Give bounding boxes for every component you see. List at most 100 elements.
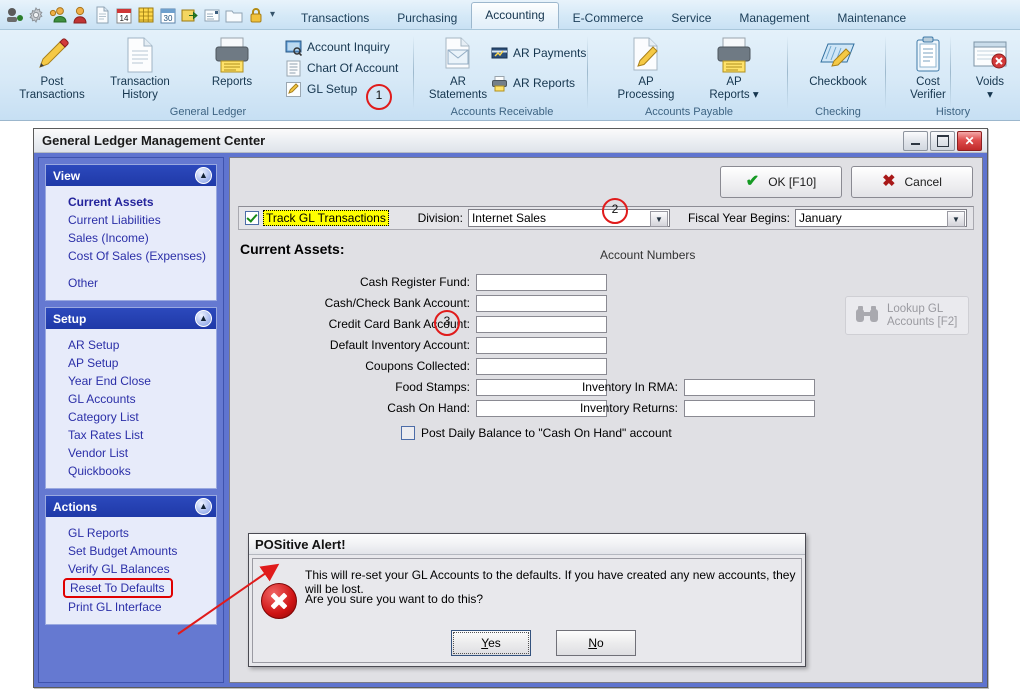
export-icon[interactable]	[180, 5, 200, 25]
user-network-icon[interactable]	[4, 5, 24, 25]
gear-icon[interactable]	[26, 5, 46, 25]
tab-accounting[interactable]: Accounting	[471, 2, 559, 29]
maximize-button[interactable]	[930, 130, 955, 151]
close-button[interactable]: ✕	[957, 130, 982, 151]
sidebar-item-ar-setup[interactable]: AR Setup	[46, 336, 216, 354]
tab-transactions[interactable]: Transactions	[287, 6, 383, 29]
sidebar-item-tax-rates-list[interactable]: Tax Rates List	[46, 426, 216, 444]
sidebar-item-current-liabilities[interactable]: Current Liabilities	[46, 211, 216, 229]
sidebar-item-reset-to-defaults[interactable]: Reset To Defaults	[63, 578, 173, 598]
inventory-in-rma-input[interactable]	[684, 378, 815, 396]
fiscal-year-value: January	[799, 211, 842, 225]
ribbon-button-account-inquiry[interactable]: Account Inquiry	[285, 37, 390, 57]
fiscal-year-select[interactable]: January ▼	[795, 209, 967, 227]
sidebar-item-ap-setup[interactable]: AP Setup	[46, 354, 216, 372]
sidebar-item-cost-of-sales[interactable]: Cost Of Sales (Expenses)	[46, 247, 216, 265]
panel-title: View	[53, 168, 81, 183]
sidebar-item-sales-income[interactable]: Sales (Income)	[46, 229, 216, 247]
sidebar-item-gl-accounts[interactable]: GL Accounts	[46, 390, 216, 408]
tab-management[interactable]: Management	[725, 6, 823, 29]
calendar-30-icon[interactable]: 30	[158, 5, 178, 25]
close-icon: ✕	[964, 133, 975, 148]
document-icon[interactable]	[92, 5, 112, 25]
ribbon-button-ar-payments[interactable]: AR Payments	[491, 43, 586, 63]
spreadsheet-icon[interactable]	[136, 5, 156, 25]
sidebar-item-year-end-close[interactable]: Year End Close	[46, 372, 216, 390]
coupons-collected-input[interactable]	[476, 357, 607, 375]
ribbon-button-ar-statements[interactable]: AR Statements	[420, 33, 496, 101]
panel-header-setup[interactable]: Setup ▲	[46, 308, 216, 329]
ok-button[interactable]: ✔ OK [F10]	[720, 166, 842, 198]
customer-icon[interactable]	[48, 5, 68, 25]
cash-register-fund-input[interactable]	[476, 273, 607, 291]
ribbon-button-checkbook[interactable]: Checkbook	[800, 33, 876, 101]
inventory-returns-input[interactable]	[684, 399, 815, 417]
window-title-bar[interactable]: General Ledger Management Center ✕	[34, 129, 987, 153]
track-gl-transactions-checkbox[interactable]	[245, 211, 259, 225]
post-daily-balance-row[interactable]: Post Daily Balance to "Cash On Hand" acc…	[401, 426, 672, 440]
minimize-button[interactable]	[903, 130, 928, 151]
sidebar-item-print-gl-interface[interactable]: Print GL Interface	[46, 598, 216, 616]
chevron-up-icon[interactable]: ▲	[195, 167, 212, 184]
sidebar-item-verify-gl-balances[interactable]: Verify GL Balances	[46, 560, 216, 578]
printer-icon	[696, 36, 772, 74]
lookup-gl-accounts-button[interactable]: Lookup GL Accounts [F2]	[845, 296, 969, 335]
ribbon-button-transaction-history[interactable]: Transaction History	[102, 33, 178, 101]
ribbon-button-label: Checkbook	[809, 76, 867, 88]
ribbon-button-chart-of-account[interactable]: Chart Of Account	[285, 58, 398, 78]
chevron-down-icon[interactable]: ▼	[649, 211, 668, 227]
sidebar-panel-view: View ▲ Current Assets Current Liabilitie…	[45, 164, 217, 301]
ribbon-button-label: AP Processing	[617, 76, 675, 101]
contact-icon[interactable]	[70, 5, 90, 25]
ribbon-button-voids[interactable]: Voids ▾	[952, 33, 1020, 101]
sidebar-item-vendor-list[interactable]: Vendor List	[46, 444, 216, 462]
cancel-button[interactable]: ✖ Cancel	[851, 166, 973, 198]
tab-service[interactable]: Service	[657, 6, 725, 29]
default-inventory-account-input[interactable]	[476, 336, 607, 354]
alert-no-button[interactable]: No	[556, 630, 636, 656]
tab-purchasing[interactable]: Purchasing	[383, 6, 471, 29]
panel-header-view[interactable]: View ▲	[46, 165, 216, 186]
panel-header-actions[interactable]: Actions ▲	[46, 496, 216, 517]
ribbon-group-title: Checking	[815, 106, 861, 118]
sidebar-panel-actions: Actions ▲ GL Reports Set Budget Amounts …	[45, 495, 217, 625]
ribbon-button-gl-setup[interactable]: GL Setup	[285, 79, 357, 99]
post-daily-balance-checkbox[interactable]	[401, 426, 415, 440]
tab-maintenance[interactable]: Maintenance	[823, 6, 920, 29]
sidebar-item-quickbooks[interactable]: Quickbooks	[46, 462, 216, 480]
ribbon-button-label: Chart Of Account	[307, 61, 399, 75]
field-label: Cash/Check Bank Account:	[324, 296, 470, 310]
field-default-inventory-account: Default Inventory Account:	[240, 336, 607, 354]
alert-message-line2: Are you sure you want to do this?	[305, 592, 484, 606]
qat-overflow-icon[interactable]: ▾	[270, 5, 275, 25]
field-label: Cash Register Fund:	[359, 275, 470, 289]
group-divider	[787, 36, 788, 109]
ribbon-button-ar-reports[interactable]: AR Reports	[491, 73, 575, 93]
sidebar-item-current-assets[interactable]: Current Assets	[46, 193, 216, 211]
credit-card-bank-account-input[interactable]	[476, 315, 607, 333]
note-icon[interactable]	[202, 5, 222, 25]
ribbon-button-post-transactions[interactable]: Post Transactions	[14, 33, 90, 101]
folder-icon[interactable]	[224, 5, 244, 25]
ribbon-button-ap-processing[interactable]: AP Processing	[608, 33, 684, 101]
chevron-down-icon[interactable]: ▼	[947, 211, 965, 227]
sidebar-item-set-budget-amounts[interactable]: Set Budget Amounts	[46, 542, 216, 560]
sidebar-item-other[interactable]: Other	[46, 274, 216, 292]
alert-yes-button[interactable]: Yes	[451, 630, 531, 656]
ribbon-button-reports[interactable]: Reports	[194, 33, 270, 101]
alert-no-rest: o	[596, 636, 604, 650]
division-select[interactable]: Internet Sales ▼	[467, 209, 670, 227]
chevron-up-icon[interactable]: ▲	[195, 498, 212, 515]
binoculars-icon	[855, 304, 879, 327]
cash-check-bank-account-input[interactable]	[476, 294, 607, 312]
chevron-up-icon[interactable]: ▲	[195, 310, 212, 327]
calendar-icon[interactable]: 14	[114, 5, 134, 25]
ribbon-button-ap-reports[interactable]: AP Reports ▾	[696, 33, 772, 101]
sidebar-item-gl-reports[interactable]: GL Reports	[46, 524, 216, 542]
sidebar-item-category-list[interactable]: Category List	[46, 408, 216, 426]
lock-icon[interactable]	[246, 5, 266, 25]
callout-marker-1: 1	[366, 84, 392, 110]
tab-ecommerce[interactable]: E-Commerce	[559, 6, 658, 29]
sidebar-panel-setup: Setup ▲ AR Setup AP Setup Year End Close…	[45, 307, 217, 489]
callout-marker-2: 2	[602, 198, 628, 224]
